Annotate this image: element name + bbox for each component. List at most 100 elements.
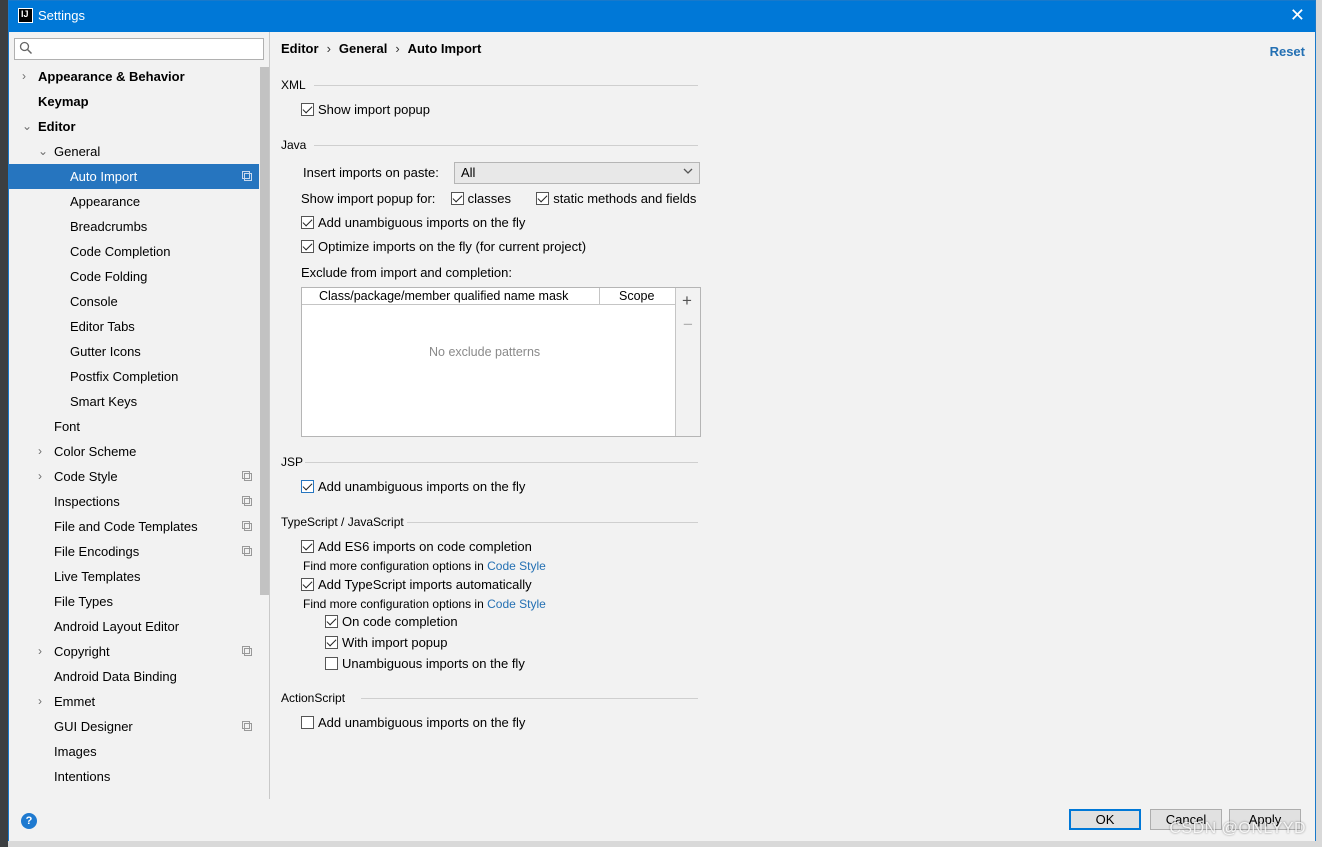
show-import-popup-checkbox[interactable] [301, 103, 314, 116]
sidebar-item[interactable]: › Color Scheme [9, 439, 259, 464]
ts-imports-auto-label: Add TypeScript imports automatically [318, 577, 532, 592]
code-style-link[interactable]: Code Style [487, 559, 546, 573]
sidebar-item[interactable]: Inspections [9, 489, 259, 514]
add-icon[interactable]: + [682, 291, 692, 311]
sidebar-item[interactable]: Android Data Binding [9, 664, 259, 689]
sidebar-item[interactable]: Editor Tabs [9, 314, 259, 339]
sidebar-item[interactable]: Breadcrumbs [9, 214, 259, 239]
insert-imports-dropdown[interactable]: All [454, 162, 700, 184]
settings-search-box[interactable] [14, 38, 264, 60]
sidebar-item[interactable]: ⌄ General [9, 139, 259, 164]
insert-imports-label: Insert imports on paste: [303, 165, 439, 180]
sidebar-item-label: Smart Keys [70, 394, 138, 409]
exclude-patterns-table[interactable]: Class/package/member qualified name mask… [301, 287, 701, 437]
sidebar-item[interactable]: › Emmet [9, 689, 259, 714]
window-title: Settings [38, 8, 85, 23]
jsp-add-unambiguous-label: Add unambiguous imports on the fly [318, 479, 526, 494]
ts-imports-auto-row[interactable]: Add TypeScript imports automatically [301, 577, 532, 592]
chevron-right-icon[interactable]: › [38, 464, 48, 489]
chevron-right-icon[interactable]: › [38, 689, 48, 714]
sidebar-item[interactable]: Live Templates [9, 564, 259, 589]
sidebar-item[interactable]: Smart Keys [9, 389, 259, 414]
settings-tree: › Appearance & Behavior Keymap ⌄ Editor ⌄ Gene… [9, 64, 259, 789]
sidebar-scrollbar[interactable] [260, 67, 269, 595]
sidebar-item-label: Inspections [54, 494, 120, 509]
as-add-unambiguous-row[interactable]: Add unambiguous imports on the fly [301, 715, 525, 730]
on-code-completion-checkbox[interactable] [325, 615, 338, 628]
java-add-unambiguous-row[interactable]: Add unambiguous imports on the fly [301, 215, 525, 230]
ts-imports-auto-checkbox[interactable] [301, 578, 314, 591]
java-add-unambiguous-checkbox[interactable] [301, 216, 314, 229]
sidebar-item-label: Appearance [70, 194, 141, 209]
reset-link[interactable]: Reset [1270, 44, 1305, 59]
sidebar-item[interactable]: Console [9, 289, 259, 314]
sidebar-item[interactable]: File and Code Templates [9, 514, 259, 539]
help-icon[interactable]: ? [21, 813, 37, 829]
sidebar-item-label: Code Completion [70, 244, 171, 259]
sidebar-item[interactable]: ⌄ Editor [9, 114, 259, 139]
code-style-link[interactable]: Code Style [487, 597, 546, 611]
sidebar-item[interactable]: Android Layout Editor [9, 614, 259, 639]
breadcrumb-separator: › [395, 41, 400, 56]
classes-checkbox[interactable] [450, 192, 464, 205]
settings-dialog: IJ Settings ✕ › Appearance & Behavior Keym… [8, 0, 1316, 841]
search-icon [19, 41, 33, 55]
sidebar-item-label: Console [70, 294, 118, 309]
ok-button[interactable]: OK [1069, 809, 1141, 830]
jsp-add-unambiguous-checkbox[interactable] [301, 480, 314, 493]
sidebar-item[interactable]: Appearance [9, 189, 259, 214]
column-header-scope[interactable]: Scope [619, 289, 654, 303]
es6-imports-checkbox[interactable] [301, 540, 314, 553]
find-more-config-row-1: Find more configuration options in Code … [303, 559, 546, 573]
sidebar-item[interactable]: › Appearance & Behavior [9, 64, 259, 89]
chevron-right-icon[interactable]: › [22, 64, 32, 89]
chevron-right-icon[interactable]: › [38, 639, 48, 664]
with-import-popup-row[interactable]: With import popup [325, 635, 448, 650]
show-popup-for-row: Show import popup for: classes static me… [301, 191, 696, 206]
sidebar-item-label: Copyright [54, 644, 110, 659]
sidebar-item[interactable]: › Copyright [9, 639, 259, 664]
sidebar-item[interactable]: Code Folding [9, 264, 259, 289]
sidebar-item[interactable]: › Code Style [9, 464, 259, 489]
divider [361, 698, 698, 699]
jsp-add-unambiguous-row[interactable]: Add unambiguous imports on the fly [301, 479, 525, 494]
sidebar-item-label: Intentions [54, 769, 111, 784]
section-heading-jsp: JSP [281, 455, 304, 469]
remove-icon[interactable]: − [683, 315, 693, 335]
sidebar-item[interactable]: GUI Designer [9, 714, 259, 739]
static-methods-checkbox[interactable] [536, 192, 550, 205]
sidebar-item-label: Emmet [54, 694, 96, 709]
sidebar-item[interactable]: Intentions [9, 764, 259, 789]
insert-imports-value: All [461, 165, 476, 180]
ts-unambiguous-row[interactable]: Unambiguous imports on the fly [325, 656, 525, 671]
column-header-mask[interactable]: Class/package/member qualified name mask [319, 289, 568, 303]
sidebar-item-label: Editor [38, 119, 76, 134]
project-scope-icon [242, 521, 252, 531]
ts-unambiguous-checkbox[interactable] [325, 657, 338, 670]
show-import-popup-row[interactable]: Show import popup [301, 102, 430, 117]
sidebar-item-label: Images [54, 744, 97, 759]
section-heading-xml: XML [281, 78, 306, 92]
sidebar-item[interactable]: Auto Import [9, 164, 259, 189]
sidebar-item[interactable]: Font [9, 414, 259, 439]
chevron-down-icon[interactable]: ⌄ [38, 139, 48, 164]
optimize-imports-row[interactable]: Optimize imports on the fly (for current… [301, 239, 586, 254]
sidebar-item[interactable]: Keymap [9, 89, 259, 114]
on-code-completion-row[interactable]: On code completion [325, 614, 458, 629]
sidebar-item-label: Color Scheme [54, 444, 137, 459]
close-icon[interactable]: ✕ [1290, 4, 1305, 26]
sidebar-item[interactable]: File Types [9, 589, 259, 614]
as-add-unambiguous-checkbox[interactable] [301, 716, 314, 729]
sidebar-item[interactable]: Code Completion [9, 239, 259, 264]
sidebar-item[interactable]: File Encodings [9, 539, 259, 564]
chevron-right-icon[interactable]: › [38, 439, 48, 464]
sidebar-item[interactable]: Postfix Completion [9, 364, 259, 389]
sidebar-item[interactable]: Gutter Icons [9, 339, 259, 364]
search-input[interactable] [37, 40, 257, 58]
optimize-imports-checkbox[interactable] [301, 240, 314, 253]
sidebar-item[interactable]: Images [9, 739, 259, 764]
chevron-down-icon[interactable]: ⌄ [22, 114, 32, 139]
sidebar-item-label: Live Templates [54, 569, 141, 584]
with-import-popup-checkbox[interactable] [325, 636, 338, 649]
es6-imports-row[interactable]: Add ES6 imports on code completion [301, 539, 532, 554]
